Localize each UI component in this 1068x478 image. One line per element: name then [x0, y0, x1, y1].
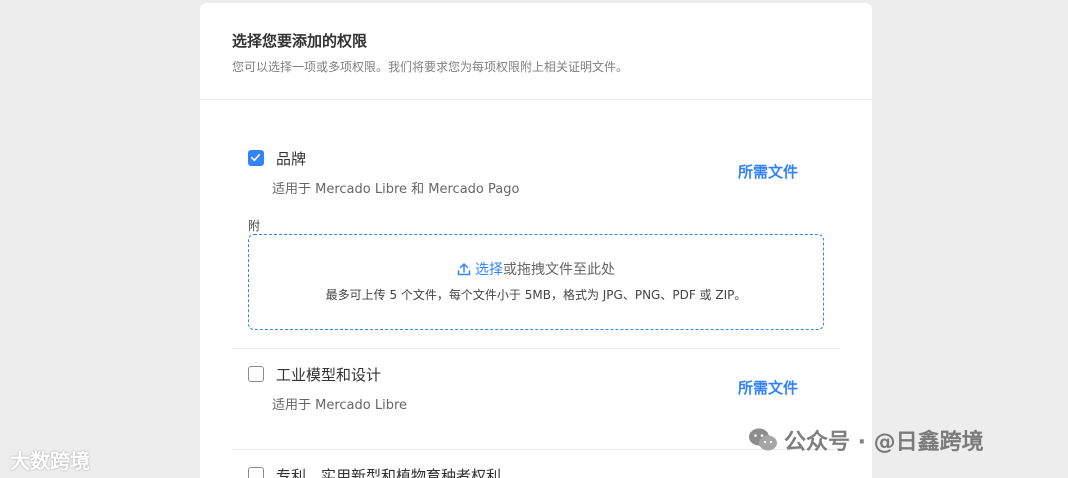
watermark-left-text: 大数跨境 [10, 449, 90, 473]
brand-attachment: 附 选择或拖拽文件至此处 最多可上传 5 个文件，每个文件小于 5MB，格式为 … [232, 218, 840, 333]
upload-limits: 最多可上传 5 个文件，每个文件小于 5MB，格式为 JPG、PNG、PDF 或… [325, 288, 747, 302]
permissions-card: 选择您要添加的权限 您可以选择一项或多项权限。我们将要求您为每项权限附上相关证明… [200, 3, 872, 478]
check-icon [251, 154, 260, 162]
file-dropzone[interactable]: 选择或拖拽文件至此处 最多可上传 5 个文件，每个文件小于 5MB，格式为 JP… [248, 234, 824, 330]
permission-patents: 专利、实用新型和植物育种者权利 [232, 466, 840, 478]
attachment-label: 附 [248, 219, 261, 233]
permission-applies-to: 适用于 Mercado Libre 和 Mercado Pago [272, 182, 520, 197]
permission-brand: 品牌 适用于 Mercado Libre 和 Mercado Pago 所需文件 [232, 149, 840, 197]
drag-text: 或拖拽文件至此处 [503, 262, 615, 278]
page-title: 选择您要添加的权限 [232, 32, 368, 50]
card-header: 选择您要添加的权限 您可以选择一项或多项权限。我们将要求您为每项权限附上相关证明… [200, 3, 872, 100]
permission-name: 品牌 [276, 150, 307, 168]
permission-industrial-design: 工业模型和设计 适用于 Mercado Libre 所需文件 [232, 365, 840, 413]
page-subtitle: 您可以选择一项或多项权限。我们将要求您为每项权限附上相关证明文件。 [232, 60, 629, 74]
industrial-design-checkbox[interactable] [248, 366, 264, 382]
permission-applies-to: 适用于 Mercado Libre [272, 398, 408, 413]
watermark-right-text: 公众号 · @日鑫跨境 [784, 430, 984, 455]
patents-checkbox[interactable] [248, 467, 264, 478]
permission-patents-row: 专利、实用新型和植物育种者权利 [232, 466, 840, 478]
permission-name: 专利、实用新型和植物育种者权利 [276, 467, 502, 478]
upload-icon [457, 262, 471, 282]
watermark-left: 大数跨境 [10, 445, 90, 474]
dropzone-prompt: 选择或拖拽文件至此处 [249, 260, 823, 282]
permission-name: 工业模型和设计 [276, 366, 382, 384]
required-docs-link-industrial-design[interactable]: 所需文件 [738, 378, 798, 398]
watermark-right: 公众号 · @日鑫跨境 [748, 424, 984, 459]
select-file-link[interactable]: 选择 [475, 262, 503, 278]
required-docs-link-brand[interactable]: 所需文件 [738, 162, 798, 182]
wechat-icon [748, 427, 778, 459]
divider [232, 348, 840, 349]
brand-checkbox[interactable] [248, 150, 264, 166]
